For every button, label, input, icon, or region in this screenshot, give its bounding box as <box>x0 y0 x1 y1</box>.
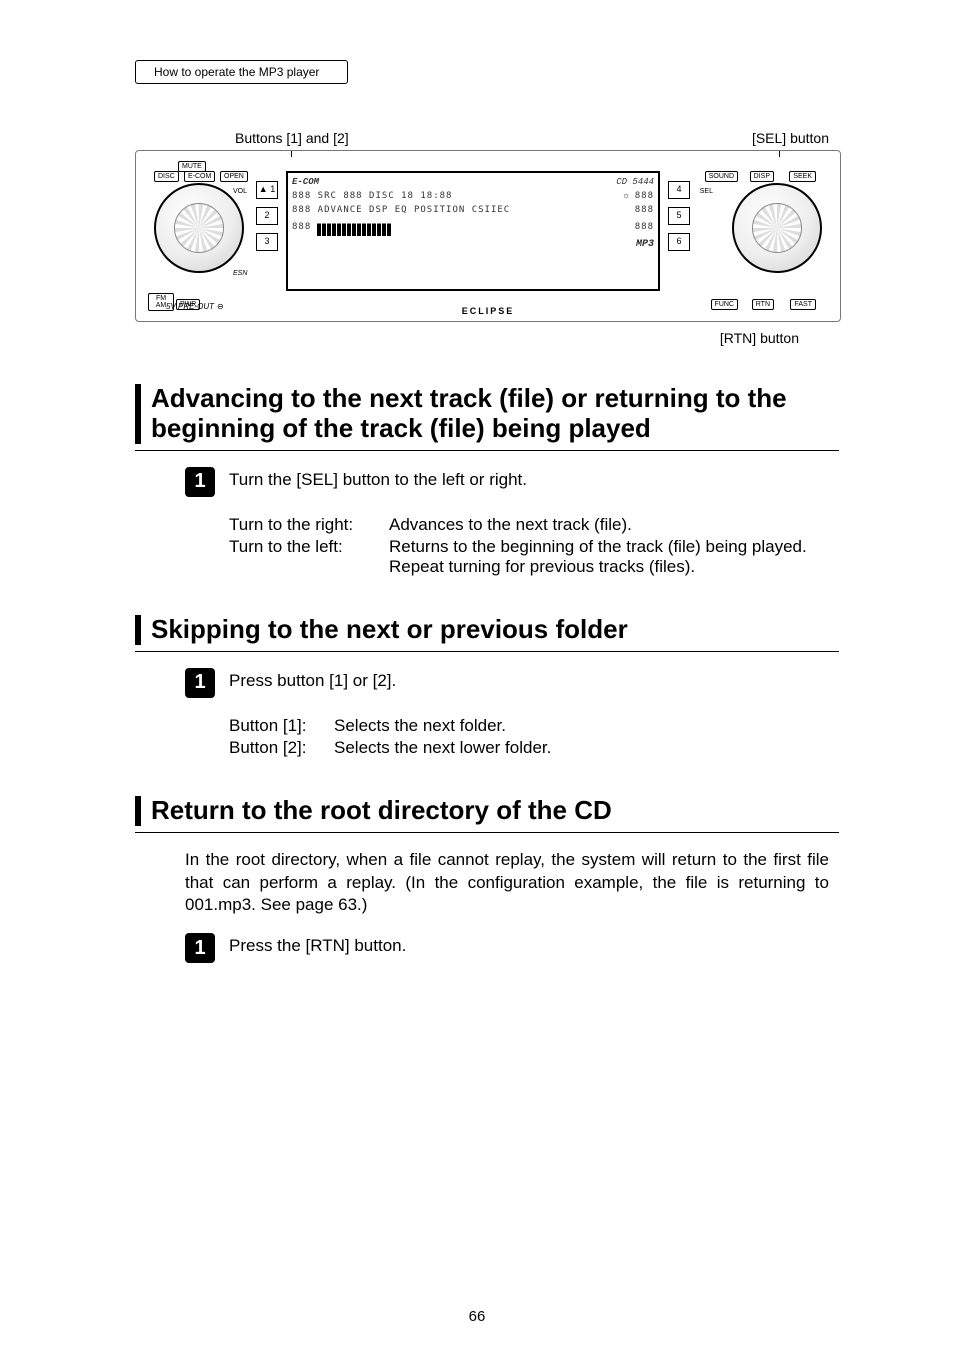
section2-title: Skipping to the next or previous folder <box>135 615 839 645</box>
preset-1: ▲ 1 <box>256 181 278 199</box>
rtn-button: RTN <box>752 299 774 310</box>
preset-buttons-left: ▲ 1 2 3 <box>256 181 278 251</box>
disc-button: DISC <box>154 171 179 182</box>
lcd-display: E-COM CD 5444 888 SRC 888 DISC 18 18:88 … <box>286 171 660 291</box>
section-return-root: Return to the root directory of the CD I… <box>135 796 839 964</box>
left-knob <box>154 183 244 273</box>
pointer-line <box>291 150 292 157</box>
lcd-seg-3: 888 <box>292 222 311 233</box>
vol-label: VOL <box>230 187 250 196</box>
lcd-right-1: 888 <box>635 191 654 202</box>
step-number-icon: 1 <box>185 933 215 963</box>
lcd-seg-2: 888 ADVANCE DSP EQ POSITION CSIIEC <box>292 205 510 216</box>
header-tab: How to operate the MP3 player <box>135 60 348 84</box>
divider <box>135 832 839 833</box>
func-button: FUNC <box>711 299 738 310</box>
turn-left-value-1: Returns to the beginning of the track (f… <box>389 537 829 557</box>
lcd-right-3: 888 <box>635 222 654 233</box>
preset-5: 5 <box>668 207 690 225</box>
preset-3: 3 <box>256 233 278 251</box>
step-number-icon: 1 <box>185 668 215 698</box>
preset-buttons-right: 4 5 6 <box>668 181 690 251</box>
button2-label: Button [2]: <box>229 738 324 758</box>
ecom-button: E-COM <box>184 171 215 182</box>
sound-button: SOUND <box>705 171 738 182</box>
step2-text: Press button [1] or [2]. <box>229 671 396 691</box>
diagram-label-sel: [SEL] button <box>752 130 829 146</box>
lcd-brand: E-COM <box>292 177 319 188</box>
step-row: 1 Press the [RTN] button. <box>185 933 839 963</box>
lcd-right-2: 888 <box>635 205 654 216</box>
turn-left-value-2: Repeat turning for previous tracks (file… <box>389 557 829 577</box>
preset-2: 2 <box>256 207 278 225</box>
section1-title: Advancing to the next track (file) or re… <box>135 384 839 444</box>
fast-button: FAST <box>790 299 816 310</box>
step1-text: Turn the [SEL] button to the left or rig… <box>229 470 527 490</box>
section1-description: Turn to the right: Advances to the next … <box>229 515 829 577</box>
section3-intro: In the root directory, when a file canno… <box>185 849 829 918</box>
button2-value: Selects the next lower folder. <box>334 738 829 758</box>
pointer-line <box>739 321 740 322</box>
mp3-label: MP3 <box>292 239 654 251</box>
diagram-area: Buttons [1] and [2] [SEL] button MUTE DI… <box>135 130 839 346</box>
section2-description: Button [1]: Selects the next folder. But… <box>229 716 829 758</box>
preset-6: 6 <box>668 233 690 251</box>
button1-value: Selects the next folder. <box>334 716 829 736</box>
diagram-label-rtn: [RTN] button <box>135 330 799 346</box>
turn-right-label: Turn to the right: <box>229 515 379 535</box>
radio-face-illustration: MUTE DISC E-COM OPEN VOL ESN FM AM PWR ▲… <box>135 150 841 322</box>
spectrum-icon <box>317 218 391 236</box>
button1-label: Button [1]: <box>229 716 324 736</box>
divider <box>135 651 839 652</box>
step-row: 1 Turn the [SEL] button to the left or r… <box>185 467 839 497</box>
eclipse-brand: ECLIPSE <box>452 305 525 317</box>
preset-4: 4 <box>668 181 690 199</box>
section-skipping-folder: Skipping to the next or previous folder … <box>135 615 839 758</box>
pre-out-label: 5V PRE-OUT ⊖ <box>166 302 224 311</box>
seek-button: SEEK <box>789 171 816 182</box>
step-number-icon: 1 <box>185 467 215 497</box>
section-advancing-track: Advancing to the next track (file) or re… <box>135 384 839 577</box>
page-number: 66 <box>0 1308 954 1325</box>
rca-icon: ⊖ <box>217 302 224 311</box>
sel-label: SEL <box>697 187 716 196</box>
disp-button: DISP <box>750 171 774 182</box>
lcd-model: CD 5444 <box>616 177 654 188</box>
esn-label: ESN <box>230 269 250 278</box>
right-knob-sel <box>732 183 822 273</box>
turn-left-label: Turn to the left: <box>229 537 379 577</box>
diagram-label-buttons-1-2: Buttons [1] and [2] <box>235 130 349 146</box>
turn-right-value: Advances to the next track (file). <box>389 515 829 535</box>
divider <box>135 450 839 451</box>
open-button: OPEN <box>220 171 248 182</box>
step3-text: Press the [RTN] button. <box>229 936 406 956</box>
section3-title: Return to the root directory of the CD <box>135 796 839 826</box>
step-row: 1 Press button [1] or [2]. <box>185 668 839 698</box>
lcd-seg-1: 888 SRC 888 DISC 18 18:88 <box>292 191 452 202</box>
pointer-line <box>779 150 780 157</box>
